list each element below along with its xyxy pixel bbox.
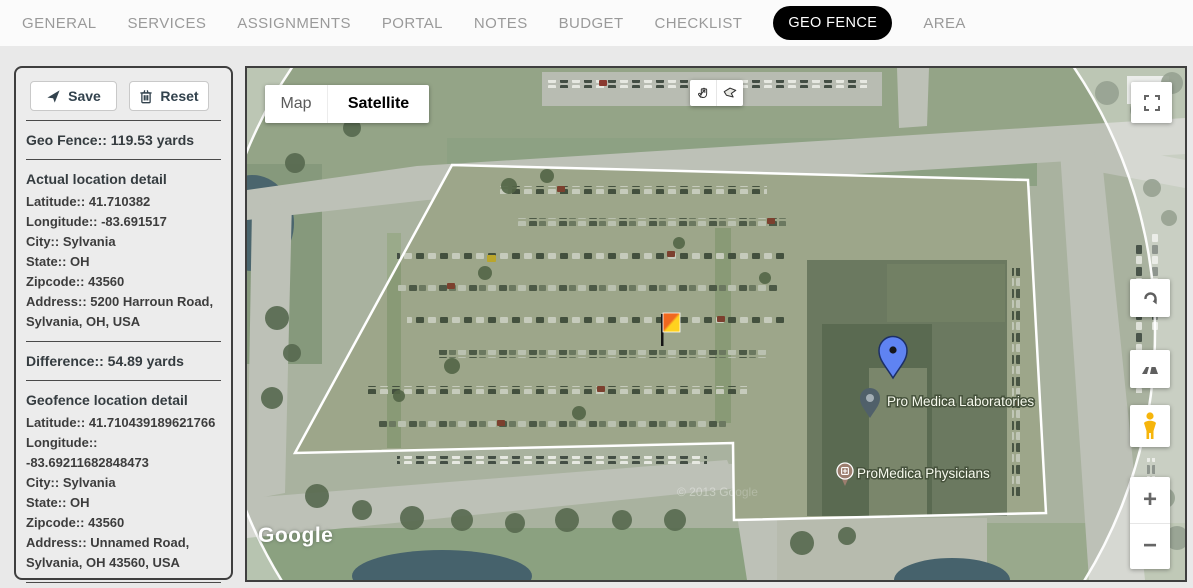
label-physicians[interactable]: ProMedica Physicians	[857, 466, 990, 481]
geofence-state: State:: OH	[26, 493, 221, 513]
fullscreen-button[interactable]	[1131, 82, 1172, 123]
actual-city: City:: Sylvania	[26, 232, 221, 252]
zoom-in-button[interactable]: +	[1130, 477, 1170, 524]
divider	[26, 582, 221, 583]
label-laboratories[interactable]: Pro Medica Laboratories	[887, 394, 1034, 409]
fullscreen-icon	[1143, 94, 1161, 112]
send-icon	[46, 89, 61, 104]
save-button[interactable]: Save	[30, 81, 117, 111]
tab-portal[interactable]: PORTAL	[382, 15, 443, 32]
polygon-tool-button[interactable]	[716, 80, 743, 106]
hand-tool-button[interactable]	[690, 80, 716, 106]
tilt-button[interactable]	[1130, 350, 1170, 388]
divider	[26, 159, 221, 160]
divider	[26, 120, 221, 121]
geo-fence-page: GENERAL SERVICES ASSIGNMENTS PORTAL NOTE…	[0, 0, 1193, 588]
tilt-icon	[1139, 361, 1161, 377]
geofence-location-heading: Geofence location detail	[26, 390, 221, 410]
tab-budget[interactable]: BUDGET	[559, 15, 624, 32]
geo-fence-summary: Geo Fence:: 119.53 yards	[26, 130, 221, 150]
tab-geo-fence[interactable]: GEO FENCE	[773, 6, 892, 40]
actual-longitude: Longitude:: -83.691517	[26, 212, 221, 232]
polygon-tool-icon	[722, 85, 738, 101]
rotate-icon	[1140, 288, 1160, 308]
tab-checklist[interactable]: CHECKLIST	[655, 15, 743, 32]
tab-area[interactable]: AREA	[923, 15, 965, 32]
geofence-longitude: Longitude:: -83.69211682848473	[26, 433, 221, 473]
tab-assignments[interactable]: ASSIGNMENTS	[237, 15, 351, 32]
reset-label: Reset	[160, 88, 198, 104]
top-tab-bar: GENERAL SERVICES ASSIGNMENTS PORTAL NOTE…	[0, 0, 1193, 46]
tab-services[interactable]: SERVICES	[128, 15, 207, 32]
actual-state: State:: OH	[26, 252, 221, 272]
tab-general[interactable]: GENERAL	[22, 15, 97, 32]
actual-address: Address:: 5200 Harroun Road, Sylvania, O…	[26, 292, 221, 332]
actual-latitude: Latitude:: 41.710382	[26, 192, 221, 212]
zoom-control: + −	[1130, 477, 1170, 569]
satellite-imagery[interactable]: © 2013 Google Pro Medica Laboratories	[247, 68, 1185, 580]
pegman-button[interactable]	[1130, 405, 1170, 447]
google-logo[interactable]: Google	[258, 524, 333, 548]
map-type-map-button[interactable]: Map	[265, 85, 327, 123]
trash-icon	[139, 89, 153, 104]
save-label: Save	[68, 88, 101, 104]
pegman-icon	[1140, 411, 1160, 441]
geofence-latitude: Latitude:: 41.710439189621766	[26, 413, 221, 433]
actual-zipcode: Zipcode:: 43560	[26, 272, 221, 292]
tab-notes[interactable]: NOTES	[474, 15, 528, 32]
reset-button[interactable]: Reset	[129, 81, 209, 111]
divider	[26, 380, 221, 381]
map-type-control: Map Satellite	[265, 85, 429, 123]
map-viewport[interactable]: © 2013 Google Pro Medica Laboratories	[245, 66, 1187, 582]
geofence-zipcode: Zipcode:: 43560	[26, 513, 221, 533]
panel-actions: Save Reset	[30, 81, 222, 111]
actual-location-heading: Actual location detail	[26, 169, 221, 189]
geofence-city: City:: Sylvania	[26, 473, 221, 493]
rotate-button[interactable]	[1130, 279, 1170, 317]
hand-tool-icon	[695, 85, 711, 101]
difference-summary: Difference:: 54.89 yards	[26, 351, 221, 371]
geofence-info-panel: Save Reset Geo Fence:: 119.53 yards Actu…	[14, 66, 233, 580]
map-type-satellite-button[interactable]: Satellite	[327, 85, 429, 123]
zoom-out-button[interactable]: −	[1130, 524, 1170, 570]
divider	[26, 341, 221, 342]
drawing-tools	[690, 80, 743, 106]
geofence-address: Address:: Unnamed Road, Sylvania, OH 435…	[26, 533, 221, 573]
